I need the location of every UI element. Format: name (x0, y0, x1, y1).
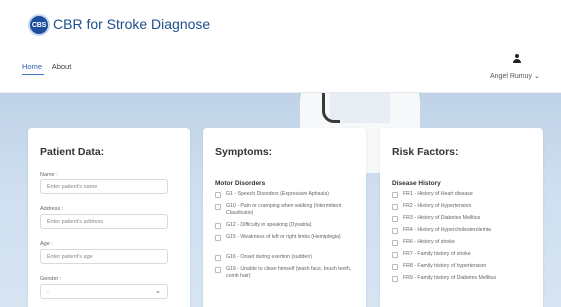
checkbox[interactable] (392, 239, 398, 246)
risk-label: FR2 - History of Hypertension (403, 203, 472, 209)
risk-factors-card: Risk Factors: Disease History FR1 - Hist… (380, 128, 543, 307)
checkbox[interactable] (215, 234, 221, 241)
gender-value: - (47, 289, 49, 295)
symptom-item[interactable]: G10 - Pain or cramping when walking (Int… (215, 203, 360, 217)
name-label: Name : (40, 172, 58, 178)
nav-active-underline (22, 74, 44, 75)
symptoms-heading: Symptoms: (215, 146, 273, 158)
checkbox[interactable] (215, 191, 221, 198)
risk-item[interactable]: FR1 - History of Heart disease (392, 191, 537, 198)
symptom-label: G10 - Pain or cramping when walking (Int… (226, 203, 342, 216)
name-input[interactable]: Enter patient's name (40, 179, 168, 194)
app-title: CBR for Stroke Diagnose (53, 16, 211, 32)
nav-home-link[interactable]: Home (22, 62, 42, 71)
risk-item[interactable]: FR9 - Family history of Diabetes Mellitu… (392, 275, 537, 282)
risk-item[interactable]: FR8 - Family history of hypertension (392, 263, 537, 270)
risk-label: FR1 - History of Heart disease (403, 191, 473, 197)
risk-label: FR9 - Family history of Diabetes Mellitu… (403, 275, 497, 281)
patient-data-card: Patient Data: Name : Enter patient's nam… (28, 128, 190, 307)
risk-label: FR8 - Family history of hypertension (403, 263, 487, 269)
symptom-label: G16 - Onset during exertion (sudden) (226, 254, 312, 260)
risk-label: FR7 - Family history of stroke (403, 251, 471, 257)
user-icon[interactable] (512, 54, 522, 64)
patient-data-heading: Patient Data: (40, 146, 105, 158)
risk-factors-heading: Risk Factors: (392, 146, 459, 158)
app-logo: CBS (28, 14, 50, 36)
symptom-item[interactable]: G12 - Difficulty in speaking (Dysatria) (215, 222, 360, 229)
risk-label: FR4 - History of Hypercholesterolemia (403, 227, 491, 233)
user-name: Angel Rumuy (490, 73, 533, 80)
symptoms-card: Symptoms: Motor Disorders G1 - Speech Di… (203, 128, 366, 307)
checkbox[interactable] (392, 263, 398, 270)
checkbox[interactable] (215, 254, 221, 261)
address-input[interactable]: Enter patient's address (40, 214, 168, 229)
checkbox[interactable] (215, 203, 221, 210)
risk-label: FR3 - History of Diabetes Mellitus (403, 215, 481, 221)
gender-select[interactable]: - ⌄ (40, 284, 168, 299)
risk-item[interactable]: FR6 - History of stroke (392, 239, 537, 246)
symptom-label: G19 - Unable to clean himself (wash face… (226, 266, 352, 279)
age-label: Age : (40, 241, 53, 247)
checkbox[interactable] (392, 275, 398, 282)
symptom-item[interactable]: G19 - Unable to clean himself (wash face… (215, 266, 360, 280)
age-input[interactable]: Enter patient's age (40, 249, 168, 264)
motor-disorders-title: Motor Disorders (215, 180, 266, 187)
top-bar: CBS CBR for Stroke Diagnose (0, 0, 561, 50)
risk-item[interactable]: FR7 - Family history of stroke (392, 251, 537, 258)
user-menu[interactable]: Angel Rumuy ⌄ (490, 72, 540, 80)
address-label: Address : (40, 206, 64, 212)
disease-history-title: Disease History (392, 180, 441, 187)
risk-label: FR6 - History of stroke (403, 239, 455, 245)
symptom-item[interactable]: G16 - Onset during exertion (sudden) (215, 254, 360, 261)
checkbox[interactable] (215, 266, 221, 273)
checkbox[interactable] (392, 227, 398, 234)
checkbox[interactable] (215, 222, 221, 229)
stethoscope-icon (322, 93, 340, 123)
checkbox[interactable] (392, 191, 398, 198)
symptom-item[interactable]: G15 - Weakness of left or right limbs (H… (215, 234, 360, 241)
nav-about-link[interactable]: About (52, 62, 72, 71)
symptom-label: G1 - Speech Disorders (Expressive Aphasi… (226, 191, 329, 197)
checkbox[interactable] (392, 215, 398, 222)
symptom-item[interactable]: G1 - Speech Disorders (Expressive Aphasi… (215, 191, 360, 198)
chevron-down-icon: ⌄ (155, 288, 161, 295)
symptom-label: G12 - Difficulty in speaking (Dysatria) (226, 222, 312, 228)
gender-label: Gender : (40, 276, 62, 282)
risk-item[interactable]: FR3 - History of Diabetes Mellitus (392, 215, 537, 222)
chevron-down-icon: ⌄ (533, 73, 540, 80)
main-nav: Home About (22, 62, 79, 75)
symptom-label: G15 - Weakness of left or right limbs (H… (226, 234, 341, 240)
risk-item[interactable]: FR4 - History of Hypercholesterolemia (392, 227, 537, 234)
checkbox[interactable] (392, 251, 398, 258)
risk-item[interactable]: FR2 - History of Hypertension (392, 203, 537, 210)
checkbox[interactable] (392, 203, 398, 210)
